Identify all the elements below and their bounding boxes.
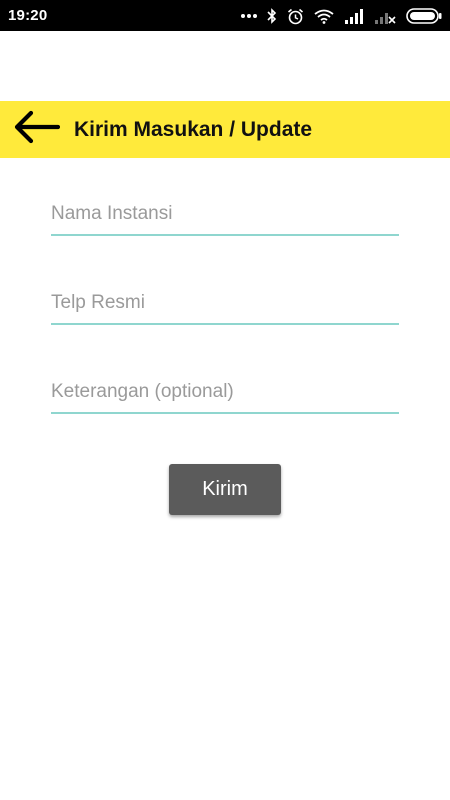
telp-resmi-input[interactable] <box>51 285 399 321</box>
signal-no-sim-icon <box>374 9 396 24</box>
kirim-button[interactable]: Kirim <box>169 464 281 515</box>
keterangan-underline <box>51 412 399 414</box>
status-bar: 19:20 <box>0 0 450 31</box>
alarm-icon <box>287 8 304 25</box>
signal-icon <box>344 8 364 24</box>
page-title: Kirim Masukan / Update <box>74 117 313 141</box>
nama-instansi-input[interactable] <box>51 196 399 232</box>
bluetooth-icon <box>267 8 277 24</box>
keterangan-field <box>51 374 399 414</box>
battery-icon <box>406 8 442 24</box>
arrow-left-icon <box>12 110 61 149</box>
nama-instansi-underline <box>51 234 399 236</box>
telp-resmi-underline <box>51 323 399 325</box>
telp-resmi-field <box>51 285 399 325</box>
status-icons <box>241 5 442 27</box>
back-button[interactable] <box>8 101 64 158</box>
dots-icon <box>241 13 257 19</box>
keterangan-input[interactable] <box>51 374 399 410</box>
status-time: 19:20 <box>8 7 48 24</box>
toolbar: Kirim Masukan / Update <box>0 101 450 158</box>
wifi-icon <box>314 9 334 24</box>
nama-instansi-field <box>51 196 399 236</box>
